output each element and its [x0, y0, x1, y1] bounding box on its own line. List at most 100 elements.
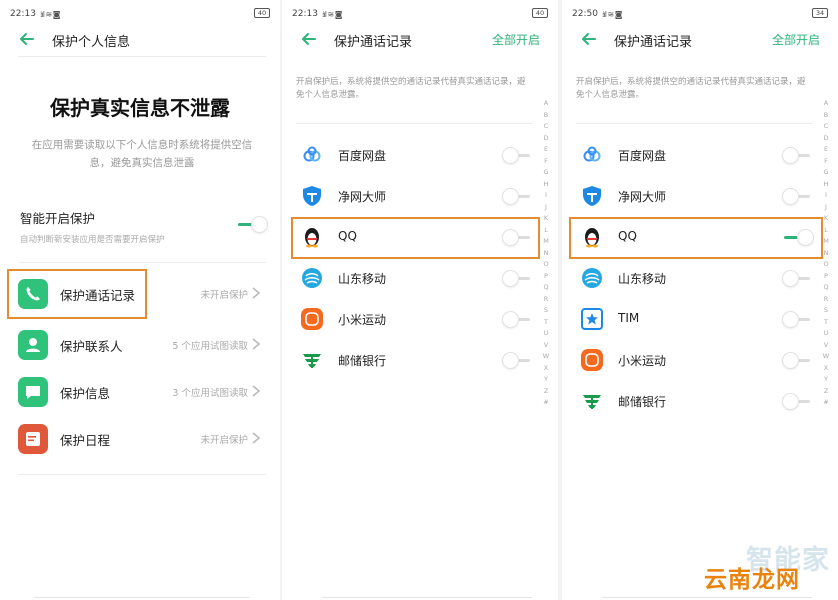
intro-text: 开启保护后，系统将提供空的通话记录代替真实通话记录，避免个人信息泄露。 [296, 77, 526, 100]
alphabet-index-letter[interactable]: U [824, 328, 829, 340]
alphabet-index-letter[interactable]: H [824, 179, 829, 191]
protect-toggle[interactable] [502, 188, 532, 205]
enable-all-button[interactable]: 全部开启 [492, 31, 540, 48]
app-row-baidu-netdisk[interactable]: 百度网盘 [300, 140, 532, 170]
protect-toggle[interactable] [502, 311, 532, 328]
back-arrow-icon[interactable] [16, 28, 38, 50]
alphabet-index-letter[interactable]: E [544, 144, 548, 156]
app-row-mi-fit[interactable]: 小米运动 [300, 304, 532, 334]
alphabet-index[interactable]: A B C D E F G H I J K L M N O P Q R S T U V W X Y Z # [820, 98, 832, 409]
alphabet-index-letter[interactable]: K [544, 213, 548, 225]
china-mobile-icon [582, 268, 602, 288]
alphabet-index-letter[interactable]: G [823, 167, 828, 179]
protect-toggle[interactable] [782, 188, 812, 205]
protect-toggle[interactable] [782, 311, 812, 328]
alphabet-index-letter[interactable]: T [544, 317, 548, 329]
alphabet-index-letter[interactable]: K [824, 213, 828, 225]
alphabet-index-letter[interactable]: # [823, 397, 828, 409]
alphabet-index-letter[interactable]: W [543, 351, 549, 363]
protect-toggle[interactable] [782, 147, 812, 164]
postal-bank-icon [583, 395, 601, 409]
alphabet-index-letter[interactable]: Y [824, 374, 828, 386]
alphabet-index-letter[interactable]: W [823, 351, 829, 363]
alphabet-index-letter[interactable]: H [544, 179, 549, 191]
app-name: 山东移动 [338, 272, 387, 286]
alphabet-index-letter[interactable]: Z [544, 386, 548, 398]
alphabet-index-letter[interactable]: L [544, 225, 548, 237]
app-row-tim[interactable]: TIM [580, 304, 812, 334]
alphabet-index-letter[interactable]: Q [823, 282, 828, 294]
app-row-qq[interactable]: QQ [300, 222, 532, 252]
menu-item-calendar[interactable]: 保护日程 未开启保护 [18, 422, 266, 456]
alphabet-index-letter[interactable]: E [824, 144, 828, 156]
alphabet-index-letter[interactable]: C [544, 121, 549, 133]
back-arrow-icon[interactable] [578, 28, 600, 50]
app-row-jingwang[interactable]: 净网大师 [580, 181, 812, 211]
alphabet-index-letter[interactable]: Y [544, 374, 548, 386]
hero-title: 保护真实信息不泄露 [50, 96, 230, 120]
back-arrow-icon[interactable] [298, 28, 320, 50]
alphabet-index-letter[interactable]: N [824, 248, 829, 260]
protect-toggle[interactable] [502, 229, 532, 246]
app-row-jingwang[interactable]: 净网大师 [300, 181, 532, 211]
menu-item-contacts[interactable]: 保护联系人 5 个应用试图读取 [18, 328, 266, 362]
alphabet-index-letter[interactable]: R [824, 294, 829, 306]
app-row-baidu-netdisk[interactable]: 百度网盘 [580, 140, 812, 170]
alphabet-index-letter[interactable]: P [824, 271, 828, 283]
alphabet-index-letter[interactable]: O [543, 259, 548, 271]
alphabet-index-letter[interactable]: O [823, 259, 828, 271]
alphabet-index-letter[interactable]: F [544, 156, 548, 168]
alphabet-index-letter[interactable]: # [543, 397, 548, 409]
alphabet-index-letter[interactable]: V [544, 340, 548, 352]
alphabet-index-letter[interactable]: N [544, 248, 549, 260]
smart-protect-toggle[interactable] [236, 216, 268, 233]
alphabet-index-letter[interactable]: J [825, 202, 827, 214]
alphabet-index-letter[interactable]: F [824, 156, 828, 168]
alphabet-index-letter[interactable]: J [545, 202, 547, 214]
protect-toggle[interactable] [782, 393, 812, 410]
menu-item-call-log[interactable]: 保护通话记录 未开启保护 [18, 277, 266, 311]
alphabet-index-letter[interactable]: Q [543, 282, 548, 294]
alphabet-index-letter[interactable]: G [543, 167, 548, 179]
alphabet-index-letter[interactable]: D [823, 133, 828, 145]
menu-item-status: 未开启保护 [200, 435, 248, 446]
alphabet-index-letter[interactable]: V [824, 340, 828, 352]
alphabet-index-letter[interactable]: L [824, 225, 828, 237]
app-row-shandong-mobile[interactable]: 山东移动 [580, 263, 812, 293]
protect-toggle[interactable] [502, 147, 532, 164]
app-row-mi-fit[interactable]: 小米运动 [580, 345, 812, 375]
alphabet-index-letter[interactable]: M [823, 236, 829, 248]
alphabet-index-letter[interactable]: R [544, 294, 549, 306]
battery-icon: 40 [532, 8, 548, 18]
protect-toggle[interactable] [782, 352, 812, 369]
alphabet-index[interactable]: A B C D E F G H I J K L M N O P Q R S T U V W X Y Z # [540, 98, 552, 409]
alphabet-index-letter[interactable]: S [824, 305, 828, 317]
alphabet-index-letter[interactable]: B [544, 110, 548, 122]
app-row-postal-bank[interactable]: 邮储银行 [300, 345, 532, 375]
enable-all-button[interactable]: 全部开启 [772, 31, 820, 48]
protect-toggle[interactable] [782, 270, 812, 287]
protect-toggle[interactable] [502, 270, 532, 287]
app-row-shandong-mobile[interactable]: 山东移动 [300, 263, 532, 293]
app-row-postal-bank[interactable]: 邮储银行 [580, 386, 812, 416]
alphabet-index-letter[interactable]: A [544, 98, 548, 110]
smart-protect-row[interactable]: 智能开启保护 自动判断新安装应用是否需要开启保护 [20, 208, 268, 248]
alphabet-index-letter[interactable]: Z [824, 386, 828, 398]
alphabet-index-letter[interactable]: I [545, 190, 547, 202]
alphabet-index-letter[interactable]: X [824, 363, 828, 375]
alphabet-index-letter[interactable]: C [824, 121, 829, 133]
protect-toggle[interactable] [782, 229, 814, 246]
protect-toggle[interactable] [502, 352, 532, 369]
alphabet-index-letter[interactable]: I [825, 190, 827, 202]
alphabet-index-letter[interactable]: P [544, 271, 548, 283]
alphabet-index-letter[interactable]: B [824, 110, 828, 122]
app-row-qq[interactable]: QQ [580, 222, 814, 252]
alphabet-index-letter[interactable]: U [544, 328, 549, 340]
alphabet-index-letter[interactable]: D [543, 133, 548, 145]
alphabet-index-letter[interactable]: M [543, 236, 549, 248]
alphabet-index-letter[interactable]: A [824, 98, 828, 110]
alphabet-index-letter[interactable]: S [544, 305, 548, 317]
alphabet-index-letter[interactable]: T [824, 317, 828, 329]
menu-item-messages[interactable]: 保护信息 3 个应用试图读取 [18, 375, 266, 409]
alphabet-index-letter[interactable]: X [544, 363, 548, 375]
